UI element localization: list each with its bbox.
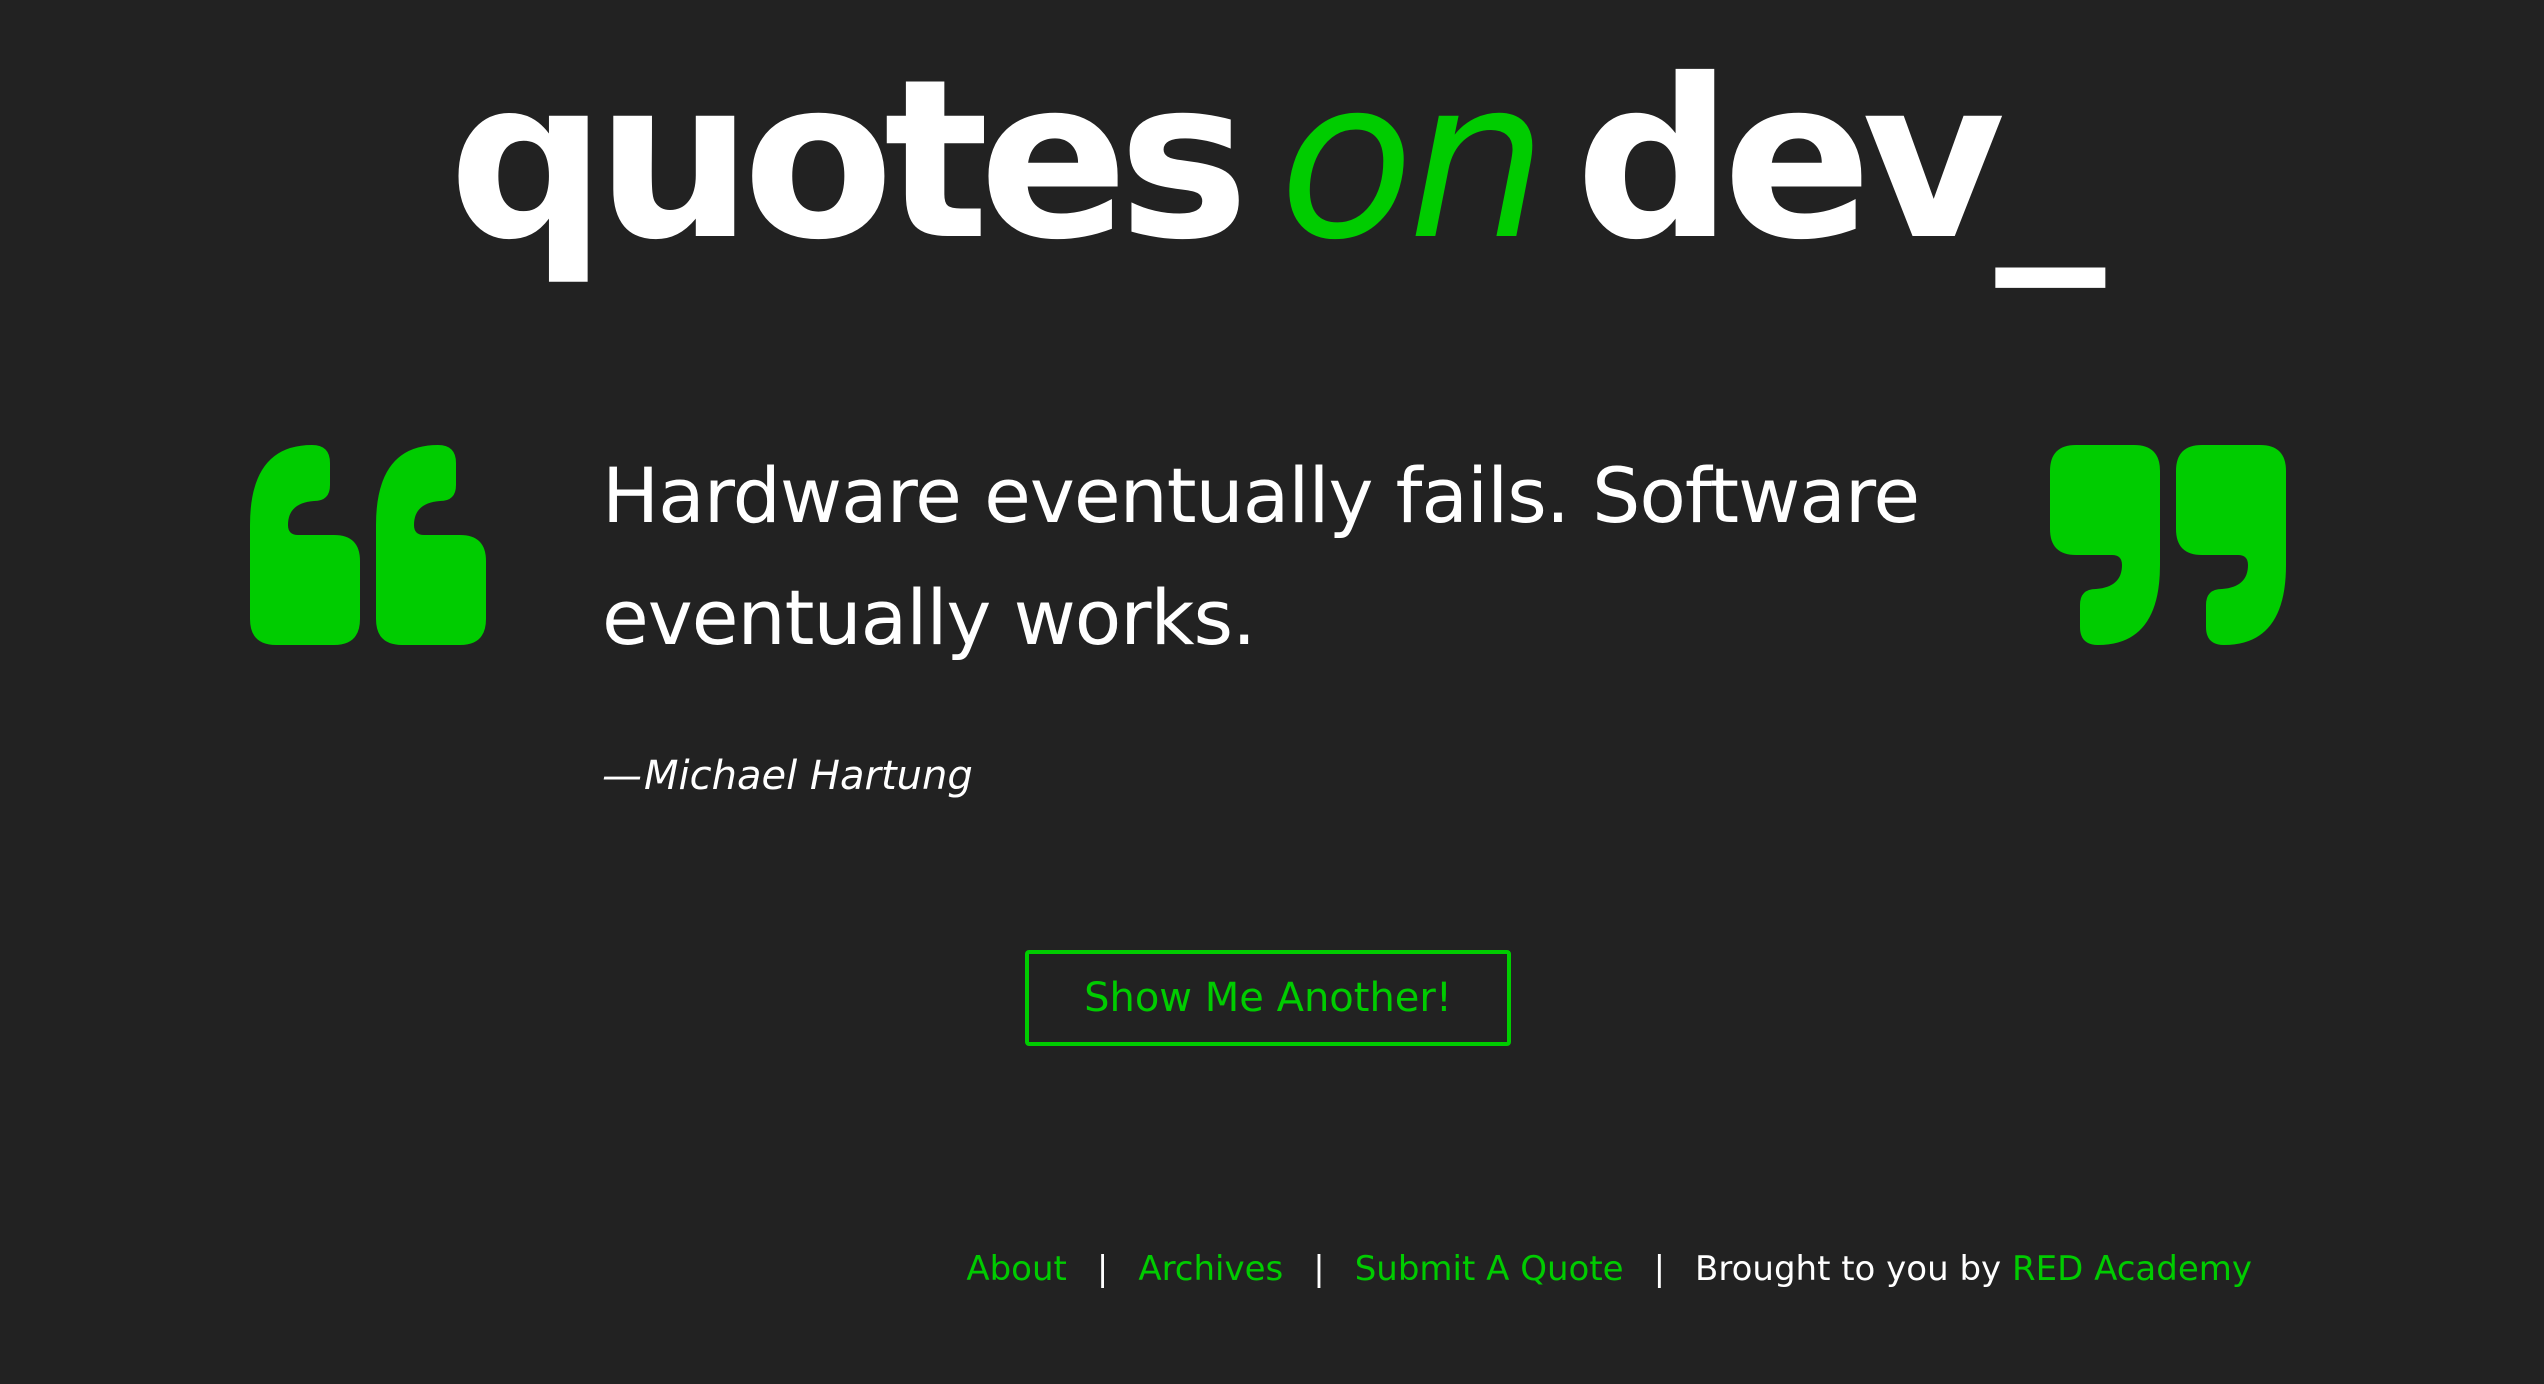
footer-separator: | [1653, 1249, 1666, 1289]
logo-word-on: on [1279, 32, 1547, 288]
quote-text: Hardware eventually fails. Software even… [602, 451, 1920, 662]
logo-word-dev: dev_ [1575, 32, 2105, 288]
footer-nav: About | Archives | Submit A Quote | Brought to… [966, 1245, 2252, 1293]
footer-credit-text: Brought to you by [1695, 1249, 2002, 1289]
author-name: Michael Hartung [644, 753, 973, 799]
footer-link-red-academy[interactable]: RED Academy [2012, 1249, 2252, 1289]
footer-link-submit-quote[interactable]: Submit A Quote [1355, 1249, 1624, 1289]
footer-link-about[interactable]: About [966, 1249, 1067, 1289]
page: quotes on dev_ Hardware eventually fails. … [0, 0, 2544, 1384]
logo-word-quotes: quotes [448, 32, 1250, 288]
show-another-button[interactable]: Show Me Another! [1025, 950, 1511, 1046]
site-logo[interactable]: quotes on dev_ [0, 50, 2544, 270]
open-quote-icon [250, 445, 486, 645]
footer-separator: | [1096, 1249, 1109, 1289]
author-dash: — [602, 753, 642, 799]
close-quote-icon [2050, 445, 2286, 645]
footer-separator: | [1313, 1249, 1325, 1289]
quote-author: —Michael Hartung [602, 752, 973, 800]
footer-link-archives[interactable]: Archives [1138, 1249, 1283, 1289]
